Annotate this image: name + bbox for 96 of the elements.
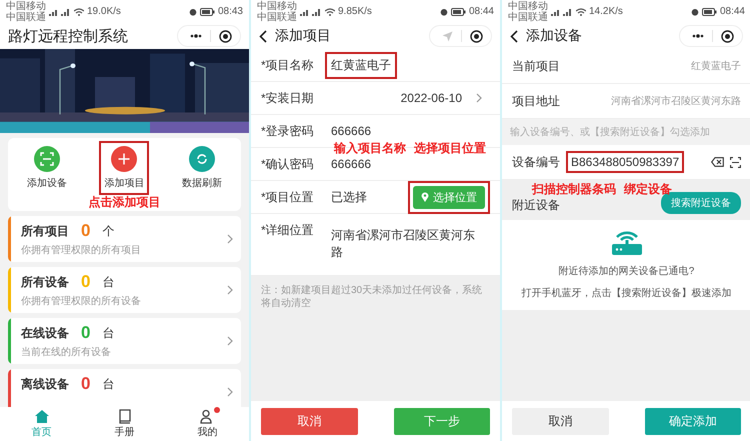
clock-time: 08:44 — [720, 6, 745, 17]
stat-count: 0 — [81, 323, 90, 343]
stat-count: 0 — [81, 221, 90, 241]
clock-time: 08:44 — [468, 6, 494, 17]
wifi-icon — [74, 8, 84, 16]
back-icon[interactable] — [259, 30, 267, 42]
field-label: 附近设备 — [512, 197, 560, 214]
more-icon[interactable] — [692, 34, 704, 38]
signal-icon — [49, 8, 71, 16]
annotation: 输入项目名称 — [334, 140, 406, 157]
action-button[interactable]: 添加项目 — [99, 141, 150, 195]
close-target-icon[interactable] — [470, 30, 483, 42]
input-field[interactable]: B863488050983397 — [566, 151, 684, 173]
empty-state-text: 附近待添加的网关设备已通电? — [558, 264, 694, 278]
page-title: 添加项目 — [275, 27, 331, 45]
stat-unit: 个 — [102, 222, 114, 240]
chevron-right-icon — [227, 387, 233, 397]
battery-icon — [702, 8, 717, 16]
home-icon — [34, 409, 50, 424]
stat-unit: 台 — [102, 324, 114, 342]
close-target-icon[interactable] — [219, 30, 232, 42]
note-text: 注：如新建项目超过30天未添加过任何设备，系统将自动清空 — [261, 284, 484, 310]
page-title: 路灯远程控制系统 — [8, 26, 128, 46]
date-picker[interactable]: 2022-06-10 — [394, 86, 468, 110]
field-label: *详细位置 — [261, 222, 315, 239]
info-label: 当前项目 — [512, 58, 560, 74]
scan-icon[interactable] — [730, 156, 741, 168]
location-status: 已选择 — [330, 188, 368, 206]
chevron-right-icon — [227, 234, 233, 244]
info-value: 红黄蓝电子 — [691, 60, 741, 73]
chevron-right-icon — [227, 336, 233, 346]
field-label: 设备编号 — [512, 154, 560, 170]
stat-title: 所有设备 — [21, 274, 69, 290]
stat-card[interactable]: 在线设备 0 台 当前在线的所有设备 — [8, 318, 241, 364]
network-speed: 14.2K/s — [589, 6, 623, 17]
stat-title: 在线设备 — [21, 324, 69, 342]
stat-card[interactable]: 所有设备 0 台 你拥有管理权限的所有设备 — [8, 267, 241, 313]
stat-count: 0 — [81, 272, 90, 292]
textarea-field[interactable]: 河南省漯河市召陵区黄河东路 — [325, 222, 490, 266]
page-title: 添加设备 — [526, 27, 582, 45]
tab[interactable]: 我的 — [166, 407, 249, 441]
info-value: 河南省漯河市召陵区黄河东路 — [611, 94, 741, 108]
signal-icon — [551, 8, 573, 16]
field-label: *登录密码 — [261, 122, 315, 140]
field-label: *确认密码 — [261, 156, 315, 172]
empty-state-text: 打开手机蓝牙，点击【搜索附近设备】极速添加 — [522, 286, 732, 300]
more-icon[interactable] — [190, 34, 202, 38]
network-speed: 19.0K/s — [87, 6, 121, 17]
cancel-button[interactable]: 取消 — [261, 408, 358, 434]
chevron-right-icon — [476, 93, 482, 103]
alarm-icon — [188, 8, 197, 16]
cancel-button[interactable]: 取消 — [512, 408, 608, 434]
carrier-name: 中国联通 — [257, 12, 297, 22]
stat-title: 所有项目 — [21, 222, 69, 240]
field-label: *项目名称 — [261, 56, 315, 74]
input-field[interactable]: 红黄蓝电子 — [325, 52, 397, 78]
chevron-right-icon — [227, 285, 233, 295]
action-button[interactable]: 添加设备 — [22, 141, 72, 195]
book-icon — [118, 409, 132, 424]
battery-icon — [200, 8, 215, 16]
annotation: 选择项目位置 — [414, 140, 486, 157]
action-button[interactable]: 数据刷新 — [177, 141, 228, 195]
back-icon[interactable] — [510, 30, 518, 42]
alarm-icon — [690, 8, 699, 16]
network-speed: 9.85K/s — [338, 6, 372, 17]
input-field[interactable]: 666666 — [325, 119, 378, 143]
annotation: 点击添加项目 — [88, 195, 162, 210]
stat-count: 0 — [81, 374, 90, 394]
stat-description: 当前在线的所有设备 — [21, 346, 112, 359]
stat-unit: 台 — [102, 274, 114, 290]
clock-time: 08:43 — [218, 6, 243, 17]
alarm-icon — [440, 8, 448, 16]
field-label: *安装日期 — [261, 90, 315, 106]
carrier-name: 中国联通 — [508, 12, 548, 22]
annotation: 扫描控制器条码 — [532, 181, 616, 198]
stat-unit: 台 — [102, 376, 114, 392]
signal-icon — [300, 8, 322, 16]
wifi-icon — [576, 8, 586, 16]
carrier-name: 中国移动 — [257, 0, 297, 12]
field-label: *项目位置 — [261, 188, 315, 206]
stat-title: 离线设备 — [21, 376, 69, 392]
tab[interactable]: 手册 — [83, 407, 166, 441]
stat-description: 你拥有管理权限的所有项目 — [21, 244, 142, 257]
hint-text: 输入设备编号、或【搜索附近设备】勾选添加 — [509, 126, 711, 140]
wifi-icon — [325, 8, 335, 16]
info-label: 项目地址 — [512, 92, 560, 110]
stat-card[interactable]: 离线设备 0 台 — [8, 369, 241, 407]
stat-description: 你拥有管理权限的所有设备 — [21, 294, 142, 308]
close-target-icon[interactable] — [721, 30, 734, 42]
location-pin-icon — [421, 192, 429, 202]
clear-icon[interactable] — [711, 157, 724, 167]
stat-card[interactable]: 所有项目 0 个 你拥有管理权限的所有项目 — [8, 216, 241, 262]
carrier-name: 中国移动 — [6, 0, 46, 12]
carrier-name: 中国联通 — [6, 12, 46, 22]
carrier-name: 中国移动 — [508, 0, 548, 12]
battery-icon — [450, 8, 466, 16]
